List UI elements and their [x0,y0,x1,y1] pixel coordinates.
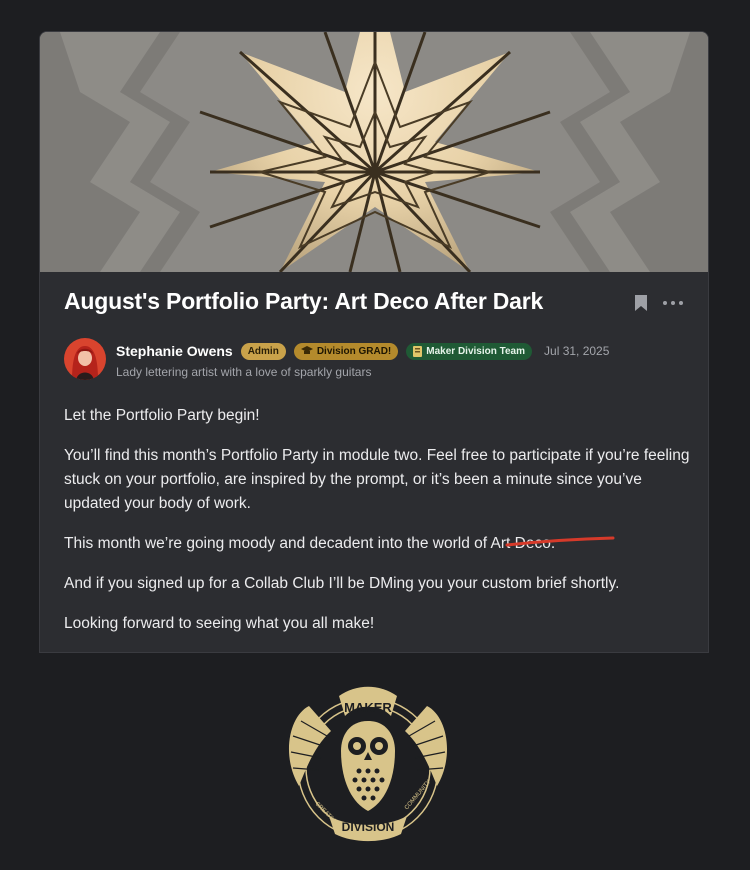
paragraph-4: And if you signed up for a Collab Club I… [64,575,620,592]
post-card: August's Portfolio Party: Art Deco After… [39,31,709,653]
maker-division-team-badge-label: Maker Division Team [426,345,526,357]
paragraph-3-text: This month we’re going moody and decaden… [64,535,491,552]
logo-left-text: CREATIVE [314,801,339,826]
post-date: Jul 31, 2025 [544,344,610,358]
maker-division-logo: MAKER DIVISION CREATIVE COMMUNITY [288,686,448,842]
graduation-cap-icon [300,346,313,354]
logo-bottom-text: DIVISION [342,820,395,834]
division-grad-badge-label: Division GRAD! [316,345,392,357]
author-name[interactable]: Stephanie Owens [116,343,233,359]
author-row: Stephanie Owens Admin Division GRAD! Mak… [116,340,609,362]
avatar[interactable] [64,338,106,380]
notebook-icon [413,345,423,357]
more-options-icon[interactable] [662,294,684,312]
paragraph-1: Let the Portfolio Party begin! [64,407,260,424]
admin-badge[interactable]: Admin [240,342,286,360]
admin-badge-label: Admin [247,345,279,357]
maker-division-team-badge[interactable]: Maker Division Team [406,342,533,360]
logo-right-text: COMMUNITY [404,779,432,811]
bookmark-icon[interactable] [634,294,648,312]
logo-top-text: MAKER [344,700,392,715]
banner-image [40,32,708,272]
author-bio: Lady lettering artist with a love of spa… [116,365,372,379]
post-body: Let the Portfolio Party begin! You’ll fi… [64,404,690,652]
paragraph-2: You’ll find this month’s Portfolio Party… [64,447,690,512]
paragraph-5: Looking forward to seeing what you all m… [64,615,375,632]
post-title: August's Portfolio Party: Art Deco After… [64,288,544,314]
division-grad-badge[interactable]: Division GRAD! [293,342,399,360]
red-underline-mark [505,536,615,547]
